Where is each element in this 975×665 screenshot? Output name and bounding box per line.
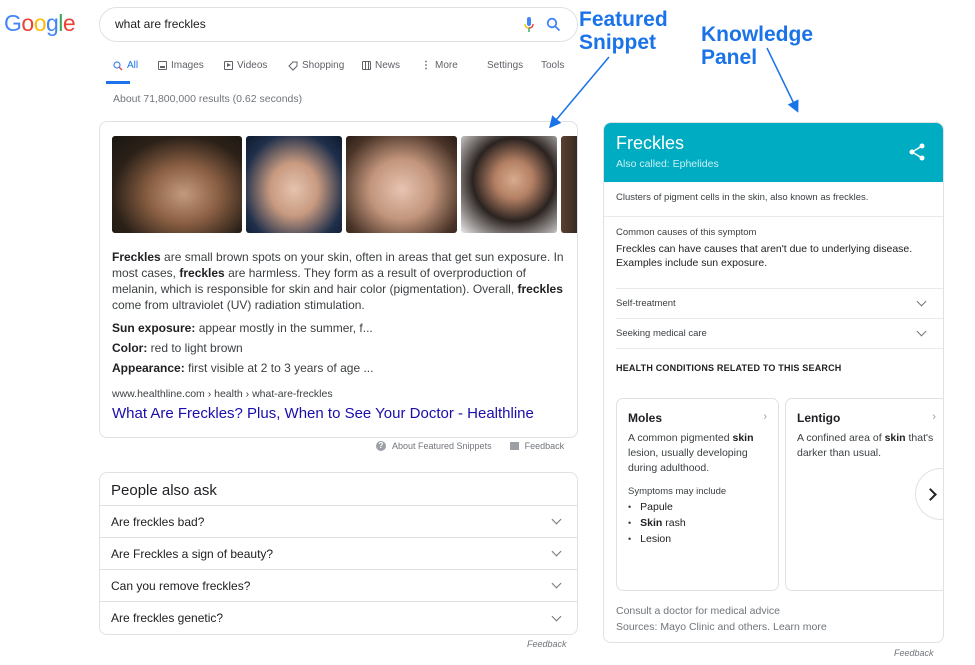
text-run: A common pigmented — [628, 432, 733, 444]
chevron-right-icon — [923, 487, 937, 501]
bold-text: Skin — [640, 517, 663, 529]
kp-header: Freckles Also called: Ephelides — [604, 123, 943, 182]
kp-expander-self-treatment[interactable]: Self-treatment — [616, 289, 943, 319]
symptom-item: Papule — [628, 499, 767, 515]
condition-card-moles[interactable]: Moles › A common pigmented skin lesion, u… — [616, 398, 779, 591]
chevron-right-icon: › — [932, 411, 936, 423]
symptom-text: Papule — [640, 501, 673, 513]
symptom-text: Lesion — [640, 533, 671, 545]
medical-advice-note: Consult a doctor for medical advice — [616, 605, 780, 617]
chevron-down-icon — [916, 326, 927, 337]
text-run: A confined area of — [797, 432, 885, 444]
symptom-item: Lesion — [628, 531, 767, 547]
card-title-row: Lentigo › — [797, 411, 936, 425]
sources-learn-more[interactable]: Sources: Mayo Clinic and others. Learn m… — [616, 619, 827, 635]
chevron-down-icon — [916, 296, 927, 307]
text-run: Lesion — [640, 533, 672, 545]
bold-text: skin — [732, 432, 754, 444]
kp-footer: Consult a doctor for medical advice Sour… — [616, 603, 827, 635]
causes-label: Common causes of this symptom — [616, 227, 757, 238]
text-run: rash — [662, 517, 686, 529]
chevron-right-icon: › — [763, 411, 767, 423]
expander-label: Seeking medical care — [616, 328, 707, 339]
card-title: Moles — [628, 411, 663, 425]
symptom-item: Skin rash — [628, 515, 767, 531]
share-icon[interactable] — [909, 143, 925, 161]
expander-label: Self-treatment — [616, 298, 676, 309]
knowledge-panel-arrow — [766, 47, 799, 113]
card-description: A confined area of skin that's darker th… — [797, 431, 936, 461]
card-title-row: Moles › — [628, 411, 767, 425]
symptoms-list: Papule Skin rash Lesion — [628, 499, 767, 547]
symptom-text: Skin rash — [640, 517, 686, 529]
kp-title: Freckles — [616, 133, 685, 153]
symptoms-label: Symptoms may include — [628, 486, 727, 497]
kp-subtitle: Also called: Ephelides — [616, 158, 719, 170]
related-conditions-title: HEALTH CONDITIONS RELATED TO THIS SEARCH — [616, 363, 842, 373]
related-conditions-carousel: Moles › A common pigmented skin lesion, u… — [616, 398, 943, 593]
text-run: Papule — [640, 501, 673, 513]
kp-feedback-link[interactable]: Feedback — [894, 648, 934, 658]
knowledge-panel: Freckles Also called: Ephelides Clusters… — [603, 122, 944, 643]
kp-expander-seeking-care[interactable]: Seeking medical care — [616, 319, 943, 349]
kp-common-causes: Common causes of this symptom Freckles c… — [616, 217, 943, 289]
causes-text: Freckles can have causes that aren't due… — [616, 243, 913, 269]
card-title: Lentigo — [797, 411, 841, 425]
text-run: lesion, usually developing during adulth… — [628, 447, 748, 474]
card-description: A common pigmented skin lesion, usually … — [628, 431, 767, 476]
kp-description: Clusters of pigment cells in the skin, a… — [604, 182, 943, 217]
bold-text: skin — [884, 432, 906, 444]
featured-snippet-arrow — [549, 56, 610, 129]
